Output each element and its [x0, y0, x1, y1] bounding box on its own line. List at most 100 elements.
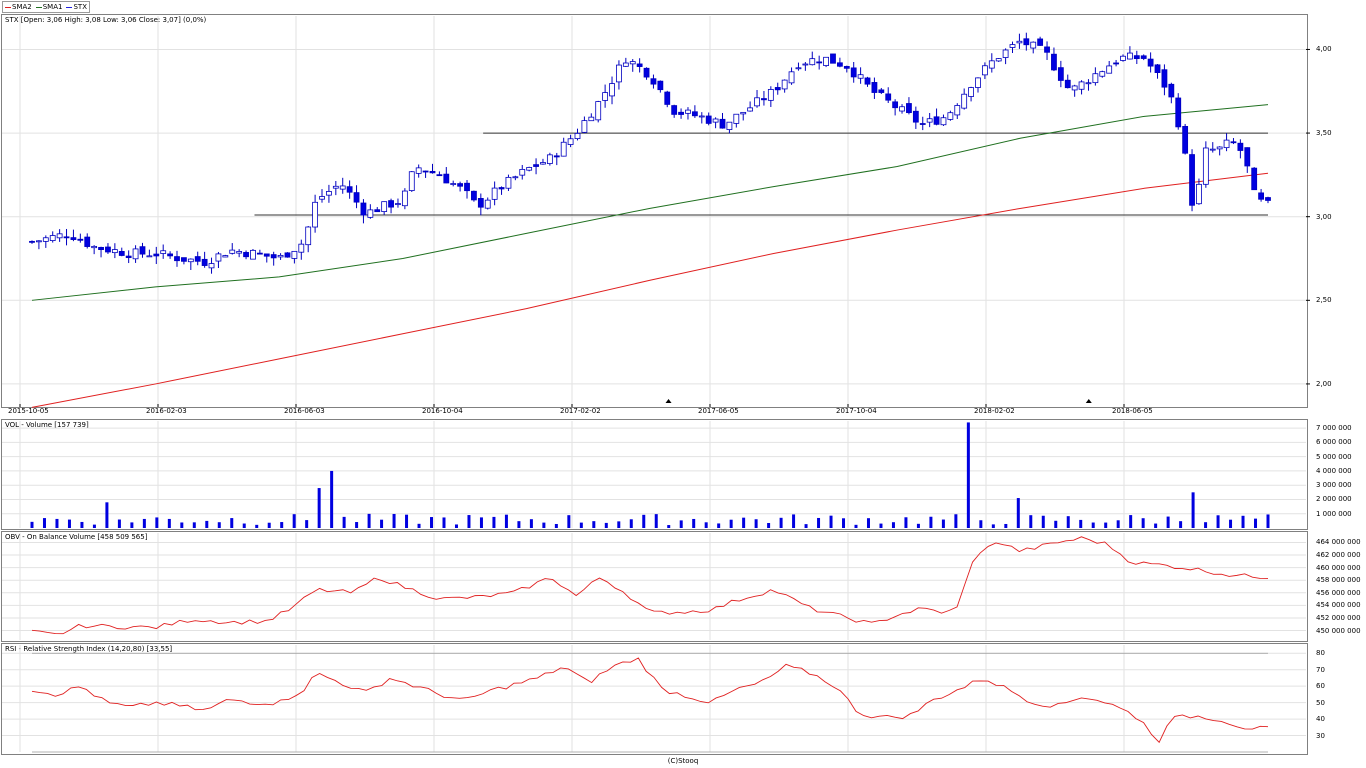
rsi-y-tick-label: 50: [1316, 698, 1325, 707]
candle-body: [1147, 58, 1154, 67]
volume-bar: [579, 522, 583, 528]
volume-bar: [742, 517, 746, 528]
volume-bar: [1104, 522, 1108, 528]
rsi-y-tick-label: 60: [1316, 682, 1325, 691]
candle-body: [374, 209, 381, 213]
volume-bar: [479, 517, 483, 528]
volume-bar: [105, 502, 109, 528]
volume-y-tick-label: 2 000 000: [1316, 495, 1352, 504]
candle-body: [201, 258, 208, 266]
candle-body: [857, 74, 864, 79]
volume-bar: [1241, 515, 1245, 528]
candle-body: [1258, 192, 1264, 200]
volume-bar: [817, 517, 821, 528]
candle-body: [761, 98, 767, 101]
candle-body: [332, 185, 339, 189]
volume-bar: [130, 522, 134, 528]
volume-bar: [617, 521, 621, 528]
candle-body: [208, 263, 215, 269]
volume-bar: [1229, 519, 1233, 528]
volume-bar: [67, 519, 71, 528]
volume-bar: [754, 519, 758, 528]
candle-body: [809, 58, 816, 66]
candle-body: [471, 190, 477, 201]
candle-body: [678, 111, 684, 115]
obv-y-tick-label: 454 000 000: [1316, 601, 1361, 610]
event-marker: [665, 399, 672, 403]
volume-bar: [180, 522, 184, 528]
candle-body: [270, 254, 277, 259]
candle-body: [505, 176, 512, 189]
volume-bar: [355, 522, 359, 528]
volume-bar: [916, 523, 920, 528]
volume-bar: [679, 520, 683, 528]
volume-bar: [242, 523, 246, 528]
candle-body: [1078, 81, 1085, 90]
candle-body: [878, 89, 885, 93]
candle-body: [422, 170, 429, 173]
candle-body: [1196, 183, 1202, 205]
candle-body: [229, 249, 236, 254]
candle-body: [222, 255, 229, 258]
x-tick-label: 2016-10-04: [422, 407, 463, 415]
volume-bar: [367, 513, 371, 528]
candle-body: [636, 63, 643, 67]
candle-body: [1009, 44, 1016, 48]
candle-body: [1092, 73, 1099, 84]
candle-body: [477, 198, 484, 208]
candle-body: [56, 233, 63, 239]
candle-body: [740, 111, 747, 115]
candle-body: [1044, 46, 1050, 53]
volume-bar: [504, 514, 508, 528]
candle-body: [181, 257, 187, 262]
candle-body: [1265, 197, 1271, 201]
candle-body: [519, 168, 526, 176]
candle-body: [968, 87, 974, 97]
volume-bar: [1054, 520, 1058, 528]
volume-bar: [829, 515, 833, 528]
candle-body: [339, 185, 346, 190]
candle-body: [319, 196, 325, 200]
candle-body: [215, 253, 222, 262]
volume-bar: [205, 520, 209, 528]
volume-bar: [454, 524, 458, 528]
candle-body: [256, 252, 263, 255]
volume-bar: [1191, 492, 1195, 528]
candle-body: [802, 63, 809, 66]
candle-body: [105, 246, 111, 253]
price-y-tick-label: 3,50: [1316, 129, 1332, 138]
candle-body: [63, 236, 70, 239]
volume-bar: [604, 522, 608, 528]
candle-body: [975, 77, 981, 88]
candle-body: [298, 243, 305, 253]
candle-body: [995, 58, 1002, 62]
rsi-y-tick-label: 80: [1316, 649, 1325, 658]
candle-body: [788, 71, 795, 84]
volume-bar: [442, 517, 446, 528]
candle-body: [118, 251, 125, 256]
volume-bar: [330, 470, 334, 528]
candle-body: [360, 202, 367, 216]
candle-body: [1168, 83, 1175, 98]
candle-body: [29, 240, 35, 243]
candle-body: [733, 113, 740, 124]
volume-bar: [966, 422, 970, 528]
event-marker: [1085, 399, 1092, 403]
candle-body: [1064, 79, 1071, 89]
candle-body: [816, 61, 823, 64]
candle-body: [1037, 38, 1044, 46]
x-tick-label: 2018-02-02: [974, 407, 1015, 415]
volume-bar: [380, 519, 384, 528]
x-tick-label: 2017-10-04: [836, 407, 877, 415]
candle-body: [609, 83, 615, 97]
candle-body: [526, 167, 533, 171]
obv-y-tick-label: 450 000 000: [1316, 626, 1361, 635]
volume-bar: [842, 518, 846, 528]
candle-body: [892, 101, 899, 109]
candle-body: [919, 123, 926, 125]
candle-body: [132, 248, 139, 260]
candle-body: [885, 93, 892, 101]
volume-bar: [1004, 523, 1008, 528]
candle-body: [1230, 141, 1237, 144]
candle-body: [1126, 52, 1133, 60]
